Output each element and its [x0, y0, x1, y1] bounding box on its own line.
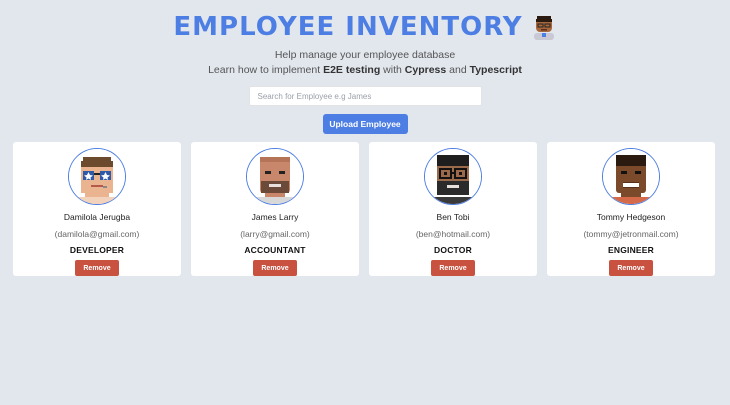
search-container — [0, 86, 730, 106]
upload-employee-button[interactable]: Upload Employee — [322, 114, 408, 134]
employee-card: Damilola Jerugba (damilola@gmail.com) DE… — [13, 142, 181, 276]
tagline-cypress: Cypress — [404, 64, 447, 76]
remove-button[interactable]: Remove — [431, 260, 475, 276]
subtitle: Help manage your employee database — [274, 49, 456, 61]
remove-button[interactable]: Remove — [253, 260, 297, 276]
page-title: EMPLOYEE INVENTORY — [173, 12, 523, 42]
employee-name: Tommy Hedgeson — [596, 212, 666, 223]
avatar-smiling-dark-skin-icon — [603, 149, 659, 205]
man-technologist-emoji-icon — [531, 14, 557, 40]
employee-role: ACCOUNTANT — [244, 245, 306, 256]
employee-name: Ben Tobi — [436, 212, 470, 223]
employee-email: (ben@hotmail.com) — [415, 229, 491, 240]
tagline: Learn how to implement E2E testing with … — [0, 63, 730, 77]
employee-email: (larry@gmail.com) — [240, 229, 310, 240]
avatar-light-skin-star-glasses-icon — [69, 149, 125, 205]
employee-card: Tommy Hedgeson (tommy@jetronmail.com) EN… — [547, 142, 715, 276]
tagline-typescript: Typescript — [469, 64, 522, 76]
avatar — [602, 148, 660, 206]
avatar-glasses-beard-icon — [425, 149, 481, 205]
tagline-and: and — [446, 64, 470, 76]
employee-card: James Larry (larry@gmail.com) ACCOUNTANT… — [191, 142, 359, 276]
employee-name: James Larry — [251, 212, 299, 223]
upload-container: Upload Employee — [0, 114, 730, 134]
employee-card: Ben Tobi (ben@hotmail.com) DOCTOR Remove — [369, 142, 537, 276]
remove-button[interactable]: Remove — [75, 260, 119, 276]
employee-email: (damilola@gmail.com) — [54, 229, 140, 240]
tagline-with: with — [380, 64, 405, 76]
employee-name: Damilola Jerugba — [63, 212, 131, 223]
avatar-bald-beard-icon — [247, 149, 303, 205]
avatar — [68, 148, 126, 206]
search-input[interactable] — [248, 86, 482, 106]
employee-list: Damilola Jerugba (damilola@gmail.com) DE… — [13, 142, 715, 276]
employee-role: ENGINEER — [608, 245, 654, 256]
avatar — [246, 148, 304, 206]
avatar — [424, 148, 482, 206]
header: EMPLOYEE INVENTORY Help manage your empl… — [0, 0, 730, 77]
tagline-prefix: Learn how to implement — [208, 64, 324, 76]
remove-button[interactable]: Remove — [609, 260, 653, 276]
tagline-e2e: E2E testing — [323, 64, 381, 76]
employee-email: (tommy@jetronmail.com) — [583, 229, 679, 240]
title-row: EMPLOYEE INVENTORY — [0, 12, 730, 42]
employee-role: DEVELOPER — [69, 245, 125, 256]
employee-role: DOCTOR — [434, 245, 472, 256]
